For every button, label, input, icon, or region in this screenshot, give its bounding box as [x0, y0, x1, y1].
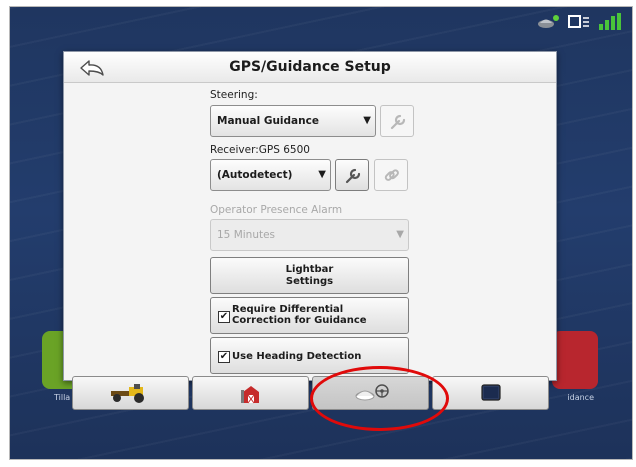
- heading-detection-label: Use Heading Detection: [232, 351, 362, 362]
- tab-display[interactable]: [432, 376, 549, 410]
- lightbar-line1: Lightbar: [285, 264, 334, 275]
- vehicle-icon: [110, 384, 144, 403]
- farm-icon: [240, 386, 259, 404]
- checkbox-icon[interactable]: ✔: [218, 311, 230, 323]
- background-tile-guidance: [552, 331, 598, 389]
- link-icon: [384, 169, 399, 181]
- lightbar-settings-button[interactable]: Lightbar Settings: [210, 257, 409, 294]
- differential-line2: Correction for Guidance: [232, 315, 367, 326]
- checkbox-icon[interactable]: ✔: [218, 351, 230, 363]
- differential-line1: Require Differential: [232, 304, 344, 315]
- steering-select[interactable]: Manual Guidance ▼: [210, 105, 376, 137]
- wrench-icon: [345, 168, 361, 184]
- require-differential-checkbox[interactable]: ✔ Require Differential Correction for Gu…: [210, 297, 409, 334]
- receiver-select[interactable]: (Autodetect) ▼: [210, 159, 331, 191]
- chevron-down-icon: ▼: [318, 169, 326, 180]
- signal-status-icon[interactable]: [598, 13, 624, 35]
- status-icon-group: [536, 13, 624, 35]
- steering-value: Manual Guidance: [217, 115, 319, 127]
- gps-guidance-setup-dialog: GPS/Guidance Setup Steering: Manual Guid…: [63, 51, 557, 381]
- tab-vehicle[interactable]: [72, 376, 189, 410]
- background-caption-left: Tilla: [54, 393, 71, 402]
- chevron-down-icon: ▼: [363, 115, 371, 126]
- gps-status-icon[interactable]: [536, 14, 560, 34]
- steering-settings-button[interactable]: [380, 105, 414, 137]
- lightbar-line2: Settings: [285, 276, 334, 287]
- receiver-value: (Autodetect): [217, 169, 293, 181]
- tab-farm[interactable]: [192, 376, 309, 410]
- wrench-icon: [390, 114, 406, 130]
- operator-alarm-select: 15 Minutes ▼: [210, 219, 409, 251]
- receiver-label: Receiver:GPS 6500: [210, 144, 310, 156]
- background-caption-right: idance: [567, 393, 594, 402]
- receiver-settings-button[interactable]: [335, 159, 369, 191]
- receiver-link-button[interactable]: [374, 159, 408, 191]
- display-status-icon[interactable]: [568, 14, 590, 34]
- operator-alarm-value: 15 Minutes: [217, 229, 276, 241]
- dialog-header: GPS/Guidance Setup: [64, 52, 556, 83]
- dialog-title: GPS/Guidance Setup: [229, 59, 391, 75]
- display-icon: [480, 384, 501, 401]
- steering-label: Steering:: [210, 89, 258, 101]
- highlight-annotation: [310, 366, 449, 431]
- chevron-down-icon: ▼: [396, 229, 404, 240]
- operator-alarm-label: Operator Presence Alarm: [210, 204, 343, 216]
